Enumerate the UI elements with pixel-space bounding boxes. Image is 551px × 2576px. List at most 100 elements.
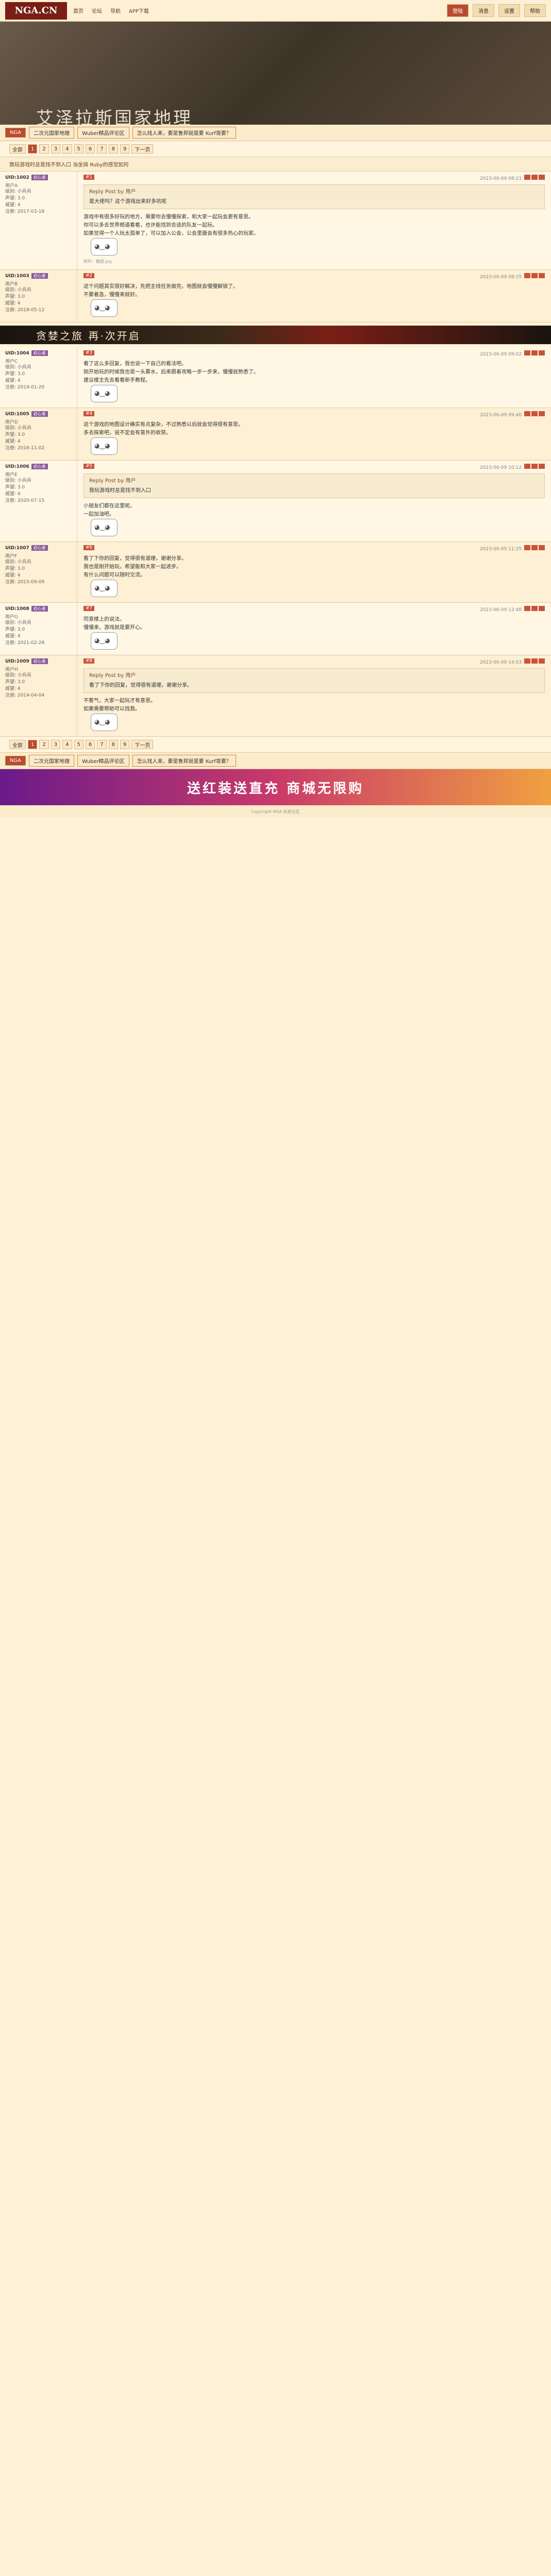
page-3[interactable]: 3 [51,144,61,154]
page-6[interactable]: 6 [85,144,95,154]
reply-icon[interactable] [524,350,530,355]
page-next[interactable]: 下一页 [131,144,154,154]
site-logo[interactable]: NGA.CN [5,2,67,20]
top-right-menu: 登陆 消息 设置 帮助 [447,4,546,17]
more-icon[interactable] [539,273,545,278]
page-1[interactable]: 1 [28,740,38,749]
poster-meta-line: 威望: 4 [5,202,21,208]
poster-name[interactable]: 用户F [5,552,72,559]
poster-name[interactable]: 用户A [5,182,72,189]
poster-uid[interactable]: UID:1002 [5,175,29,180]
poster-meta-line: 注册: 2016-11-02 [5,446,45,451]
more-icon[interactable] [539,464,545,469]
quote-header[interactable]: Reply Post by 用户 [89,188,539,196]
reply-icon[interactable] [524,175,530,180]
nav-forum[interactable]: 论坛 [92,7,102,14]
page-all[interactable]: 全部 [9,144,26,154]
more-icon[interactable] [539,606,545,611]
poster-uid[interactable]: UID:1009 [5,659,29,664]
page-3[interactable]: 3 [51,740,61,749]
poster-name[interactable]: 用户G [5,613,72,620]
quote-icon[interactable] [531,658,538,664]
quote-icon[interactable] [531,350,538,355]
poster-name[interactable]: 用户B [5,280,72,287]
reply-icon[interactable] [524,464,530,469]
poster-uid[interactable]: UID:1003 [5,274,29,279]
page-2[interactable]: 2 [39,144,49,154]
poster-uid[interactable]: UID:1007 [5,546,29,551]
nav-app[interactable]: APP下载 [129,7,149,14]
reply-icon[interactable] [524,658,530,664]
more-icon[interactable] [539,350,545,355]
page-5[interactable]: 5 [74,740,84,749]
page-all[interactable]: 全部 [9,740,26,749]
quote-icon[interactable] [531,606,538,611]
post-floor[interactable]: #8 [84,658,95,664]
post-item: UID:1002 初心者 用户A 级别: 小兵兵 声望: 3.0 威望: 4 注册: … [0,172,551,270]
reply-icon[interactable] [524,411,530,416]
poster-meta-line: 声望: 3.0 [5,627,25,632]
post-floor[interactable]: #4 [84,411,95,416]
post-floor[interactable]: #5 [84,464,95,469]
quote-icon[interactable] [531,464,538,469]
page-5[interactable]: 5 [74,144,84,154]
page-next[interactable]: 下一页 [131,740,154,749]
login-button[interactable]: 登陆 [447,4,469,17]
page-6[interactable]: 6 [85,740,95,749]
more-icon[interactable] [539,175,545,180]
settings-button[interactable]: 设置 [498,4,520,17]
forum-tab-acg[interactable]: 二次元国家地理 [29,755,75,767]
page-9[interactable]: 9 [120,144,130,154]
poster-name[interactable]: 用户E [5,471,72,478]
page-7[interactable]: 7 [97,740,107,749]
post-floor[interactable]: #3 [84,350,95,355]
forum-tab-nga[interactable]: NGA [5,128,26,138]
quote-icon[interactable] [531,545,538,550]
poster-uid[interactable]: UID:1006 [5,464,29,469]
banner-title: 艾泽拉斯国家地理 [36,108,193,129]
forum-tab-wuber[interactable]: Wuber精品评论区 [77,755,129,767]
poster-name[interactable]: 用户D [5,418,72,425]
post-floor[interactable]: #1 [84,175,95,180]
reply-icon[interactable] [524,273,530,278]
quote-header[interactable]: Reply Post by 用户 [89,672,539,680]
poster-name[interactable]: 用户C [5,358,72,364]
post-item: UID:1003 初心者 用户B 级别: 小兵兵 声望: 3.0 威望: 4 注册: … [0,270,551,323]
poster-name[interactable]: 用户H [5,666,72,672]
poster-meta-line: 级别: 小兵兵 [5,673,31,678]
page-8[interactable]: 8 [108,144,118,154]
poster-uid[interactable]: UID:1008 [5,606,29,612]
help-button[interactable]: 帮助 [524,4,546,17]
poster-uid[interactable]: UID:1005 [5,412,29,417]
post-floor[interactable]: #2 [84,273,95,278]
page-8[interactable]: 8 [108,740,118,749]
forum-tab-topic[interactable]: 怎么找人来，要是鲁邦就是要 Kurf哥要？ [132,755,236,767]
page-4[interactable]: 4 [62,144,72,154]
poster-uid[interactable]: UID:1004 [5,351,29,356]
page-4[interactable]: 4 [62,740,72,749]
quote-icon[interactable] [531,175,538,180]
mid-ad-banner[interactable]: 贪婪之旅 再·次开启 [0,326,551,344]
post-attachment[interactable]: 附件：截图.jpg [84,259,545,264]
nav-home[interactable]: 首页 [73,7,84,14]
page-1[interactable]: 1 [28,144,38,154]
reply-icon[interactable] [524,606,530,611]
post-text: 游戏中有很多好玩的地方，需要你去慢慢探索，和大家一起玩会更有意思。 你可以多去世… [84,214,259,236]
more-icon[interactable] [539,411,545,416]
reply-icon[interactable] [524,545,530,550]
forum-tab-nga[interactable]: NGA [5,756,26,766]
page-7[interactable]: 7 [97,144,107,154]
page-9[interactable]: 9 [120,740,130,749]
page-2[interactable]: 2 [39,740,49,749]
quote-icon[interactable] [531,273,538,278]
more-icon[interactable] [539,658,545,664]
quote-header[interactable]: Reply Post by 用户 [89,477,539,485]
post-tools [523,545,545,552]
messages-button[interactable]: 消息 [473,4,494,17]
bottom-ad-banner[interactable]: 送红装送直充 商城无限购 [0,769,551,805]
more-icon[interactable] [539,545,545,550]
post-floor[interactable]: #7 [84,606,95,611]
quote-icon[interactable] [531,411,538,416]
post-floor[interactable]: #6 [84,545,95,550]
nav-guide[interactable]: 导航 [110,7,121,14]
